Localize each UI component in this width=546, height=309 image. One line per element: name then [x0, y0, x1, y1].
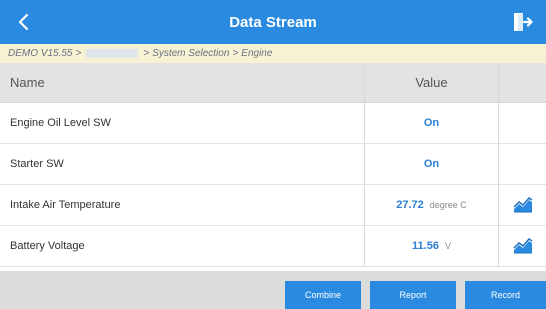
chevron-left-icon — [18, 13, 29, 31]
row-unit: V — [444, 241, 451, 251]
row-value: On — [423, 117, 440, 129]
exit-button[interactable] — [506, 6, 538, 38]
table-row[interactable]: Battery Voltage 11.56 V — [0, 226, 546, 267]
breadcrumb-item-system-selection: System Selection — [152, 48, 230, 59]
graph-button[interactable] — [510, 194, 536, 216]
line-graph-icon — [512, 197, 532, 213]
row-value-cell: On — [364, 144, 498, 184]
row-value: 11.56 — [412, 240, 439, 252]
breadcrumb-item-demo: DEMO V15.55 — [8, 48, 73, 59]
data-stream-table: Name Value Engine Oil Level SW On Starte… — [0, 63, 546, 267]
back-button[interactable] — [8, 6, 40, 38]
row-value: On — [423, 158, 440, 170]
column-header-value: Value — [364, 63, 498, 102]
breadcrumb-separator: > — [143, 48, 150, 59]
breadcrumb-separator: > — [75, 48, 82, 59]
row-value-cell: On — [364, 103, 498, 143]
column-header-name: Name — [10, 75, 45, 90]
breadcrumb-item-redacted — [86, 49, 139, 58]
row-name: Intake Air Temperature — [10, 199, 121, 211]
row-value-cell: 27.72 degree C — [364, 185, 498, 225]
row-graph-cell — [498, 185, 546, 225]
graph-button[interactable] — [510, 235, 536, 257]
breadcrumb-separator: > — [232, 48, 239, 59]
record-button[interactable]: Record — [465, 281, 546, 309]
table-row[interactable]: Engine Oil Level SW On — [0, 103, 546, 144]
page-title: Data Stream — [229, 13, 317, 31]
header-bar: Data Stream — [0, 0, 546, 44]
bottom-toolbar: Combine Report Record — [0, 271, 546, 309]
breadcrumb: DEMO V15.55 > > System Selection > Engin… — [0, 44, 546, 63]
table-row[interactable]: Intake Air Temperature 27.72 degree C — [0, 185, 546, 226]
table-header-row: Name Value — [0, 63, 546, 103]
column-header-graph — [498, 63, 546, 102]
row-unit: degree C — [429, 200, 467, 210]
row-name: Starter SW — [10, 158, 64, 170]
app-window: Data Stream DEMO V15.55 > > System Selec… — [0, 0, 546, 309]
row-value-cell: 11.56 V — [364, 226, 498, 266]
row-value: 27.72 — [396, 199, 424, 211]
row-graph-cell — [498, 103, 546, 143]
exit-icon — [514, 13, 533, 31]
combine-button[interactable]: Combine — [285, 281, 361, 309]
row-graph-cell — [498, 226, 546, 266]
row-name: Battery Voltage — [10, 240, 85, 252]
row-graph-cell — [498, 144, 546, 184]
line-graph-icon — [512, 238, 532, 254]
report-button[interactable]: Report — [370, 281, 456, 309]
table-row[interactable]: Starter SW On — [0, 144, 546, 185]
row-name: Engine Oil Level SW — [10, 117, 111, 129]
breadcrumb-item-engine: Engine — [241, 48, 273, 59]
